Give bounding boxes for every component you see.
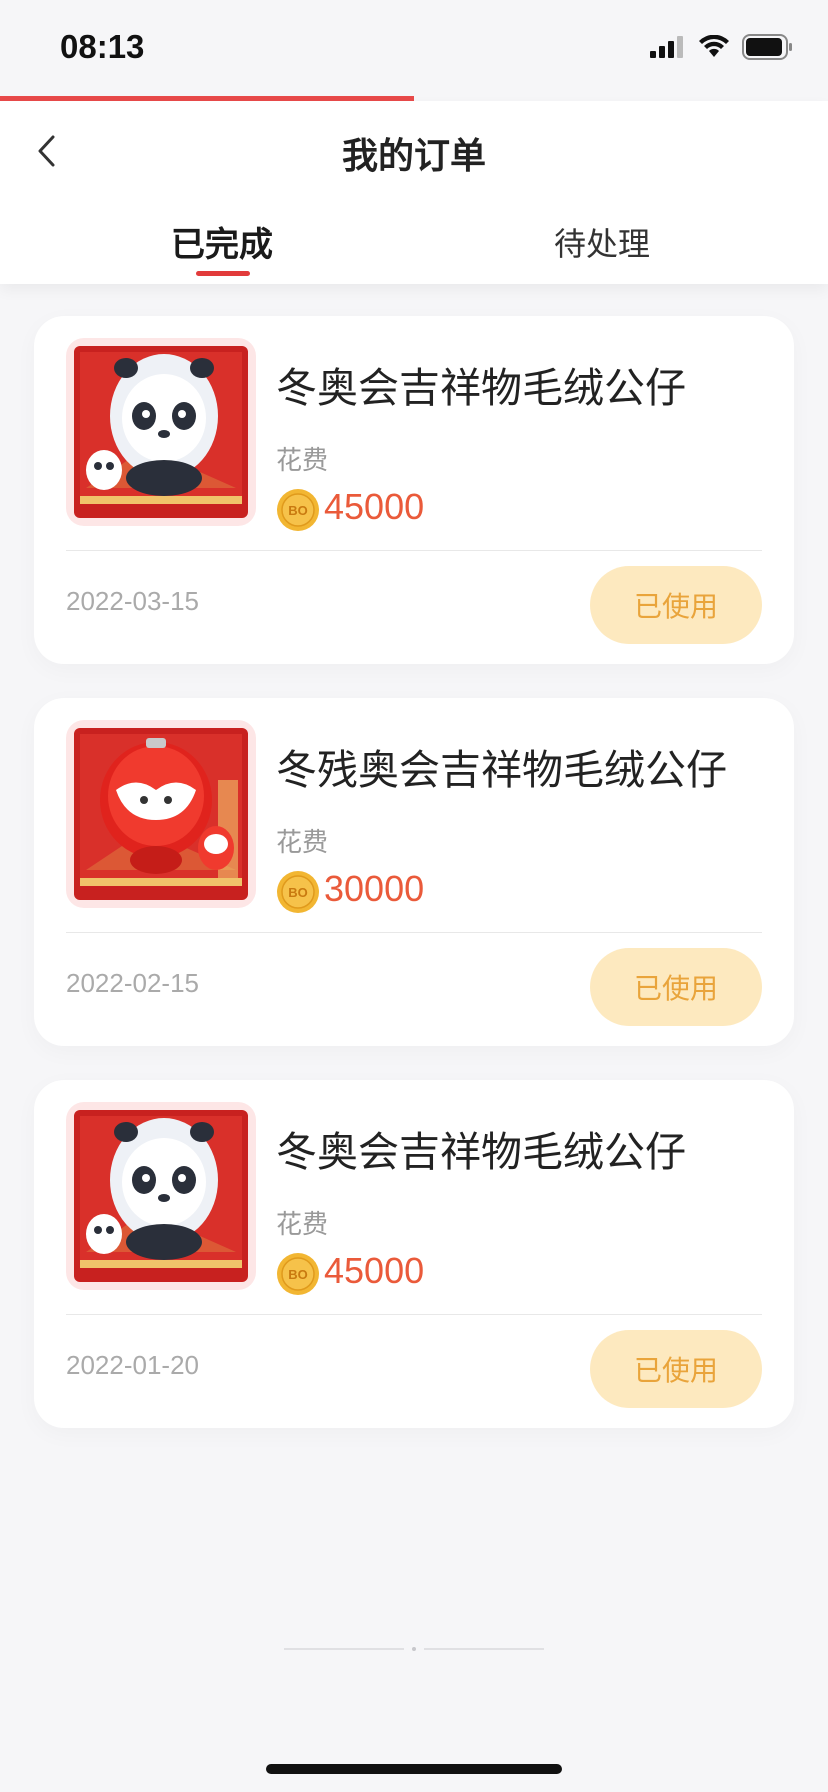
bo-coin-icon: BO [277, 489, 319, 531]
status-bar: 08:13 [0, 0, 828, 96]
list-end-marker [284, 1647, 544, 1651]
price-value: 45000 [324, 486, 425, 527]
status-time: 08:13 [60, 28, 145, 65]
nav-header: 我的订单 已完成 待处理 [0, 101, 828, 284]
coin-label: BO [288, 503, 308, 518]
page-title: 我的订单 [341, 136, 486, 177]
wifi-icon [699, 35, 729, 57]
status-icons [650, 34, 794, 60]
used-status-button[interactable]: 已使用 [590, 1330, 762, 1408]
battery-icon [742, 34, 792, 60]
coin-label: BO [288, 1267, 308, 1282]
order-list: 冬奥会吉祥物毛绒公仔 花费 BO 45000 2022-03-15 已使用 冬残… [34, 316, 794, 1462]
order-date: 2022-01-20 [66, 1350, 199, 1380]
product-image [66, 338, 256, 526]
coin-label: BO [288, 885, 308, 900]
used-status-button[interactable]: 已使用 [590, 948, 762, 1026]
order-date: 2022-03-15 [66, 586, 199, 616]
product-image [66, 1102, 256, 1290]
order-card[interactable]: 冬奥会吉祥物毛绒公仔 花费 BO 45000 2022-03-15 已使用 [34, 316, 794, 664]
product-name: 冬奥会吉祥物毛绒公仔 [276, 364, 686, 412]
price-value: 45000 [324, 1250, 425, 1291]
order-card[interactable]: 冬残奥会吉祥物毛绒公仔 花费 BO 30000 2022-02-15 已使用 [34, 698, 794, 1046]
bo-coin-icon: BO [277, 1253, 319, 1295]
signal-icon [650, 36, 683, 58]
order-date: 2022-02-15 [66, 968, 199, 998]
divider [66, 550, 762, 551]
divider [66, 932, 762, 933]
bo-coin-icon: BO [277, 871, 319, 913]
used-status-button[interactable]: 已使用 [590, 566, 762, 644]
cost-label: 花费 [276, 828, 329, 858]
price-value: 30000 [324, 868, 425, 909]
product-name: 冬奥会吉祥物毛绒公仔 [276, 1128, 686, 1176]
active-tab-indicator [196, 271, 250, 276]
tab-completed[interactable]: 已完成 [122, 217, 322, 266]
tab-pending[interactable]: 待处理 [502, 219, 702, 265]
order-card[interactable]: 冬奥会吉祥物毛绒公仔 花费 BO 45000 2022-01-20 已使用 [34, 1080, 794, 1428]
cost-label: 花费 [276, 446, 329, 476]
product-name: 冬残奥会吉祥物毛绒公仔 [276, 746, 727, 794]
product-image [66, 720, 256, 908]
cost-label: 花费 [276, 1210, 329, 1240]
divider [66, 1314, 762, 1315]
home-indicator [266, 1764, 562, 1774]
